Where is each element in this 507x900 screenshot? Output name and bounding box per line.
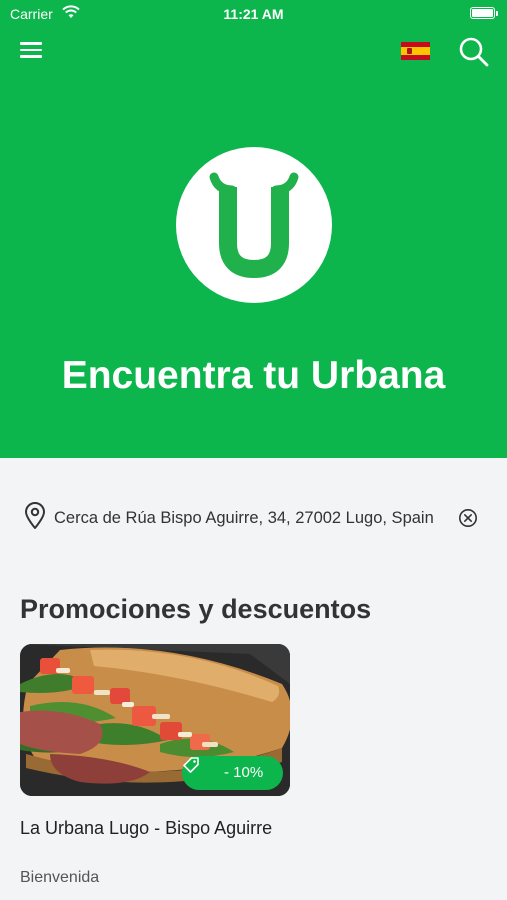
discount-badge: - 10% bbox=[182, 756, 283, 790]
spain-flag-icon[interactable] bbox=[401, 42, 430, 60]
status-time: 11:21 AM bbox=[223, 6, 284, 22]
location-text: Cerca de Rúa Bispo Aguirre, 34, 27002 Lu… bbox=[54, 509, 434, 527]
location-pin-icon bbox=[25, 502, 45, 529]
promo-subtitle: Bienvenida bbox=[20, 869, 100, 886]
urbana-logo bbox=[176, 147, 332, 303]
hero-title: Encuentra tu Urbana bbox=[61, 354, 446, 397]
section-title: Promociones y descuentos bbox=[20, 594, 372, 624]
battery-icon bbox=[470, 7, 498, 19]
promo-card[interactable]: - 10% La Urbana Lugo - Bispo Aguirre Bie… bbox=[20, 644, 290, 900]
location-row[interactable]: Cerca de Rúa Bispo Aguirre, 34, 27002 Lu… bbox=[24, 502, 494, 532]
urbana-u-mark-icon bbox=[209, 172, 299, 278]
hamburger-menu-icon[interactable] bbox=[20, 40, 44, 60]
hero-banner: Carrier 11:21 AM Encuentra tu Urbana bbox=[0, 0, 507, 458]
promo-name: La Urbana Lugo - Bispo Aguirre bbox=[20, 818, 273, 838]
discount-text: - 10% bbox=[224, 764, 264, 781]
price-tag-icon bbox=[183, 757, 199, 773]
sandwich-photo: - 10% bbox=[20, 644, 290, 796]
clear-circle-icon[interactable] bbox=[458, 508, 478, 528]
status-bar: Carrier 11:21 AM bbox=[0, 0, 507, 28]
search-icon[interactable] bbox=[458, 36, 490, 68]
